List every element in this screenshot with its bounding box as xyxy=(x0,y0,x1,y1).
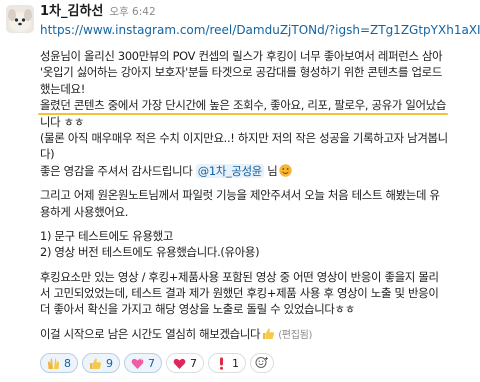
reaction-pill[interactable]: 8 xyxy=(40,353,78,373)
body-line: 더 좋아서 확신을 가지고 해당 영상을 노출로 돌릴 수 있었습니다ㅎㅎ xyxy=(40,302,355,317)
body-line: 용하게 사용했어요. xyxy=(40,204,129,219)
message-timestamp[interactable]: 오후 6:42 xyxy=(109,6,155,18)
exclamation-icon xyxy=(215,357,228,370)
raised-hands-icon xyxy=(47,357,60,370)
add-reaction-button[interactable] xyxy=(250,353,274,373)
sparkling-heart-icon xyxy=(131,357,144,370)
body-line: 니다 ㅎㅎ xyxy=(40,114,85,129)
edited-label: (편집됨) xyxy=(278,329,313,341)
body-line: '옷입기 싫어하는 강아지 보호자'분들 타겟으로 공감대를 형성하기 위한 콘… xyxy=(40,65,443,80)
closing-line: 이걸 시작으로 남은 시간도 열심히 해보겠습니다 (편집됨) xyxy=(40,326,478,342)
body-line: 서 고민되었었는데, 테스트 결과 제가 원했던 후킹+제품 사용 후 영상이 … xyxy=(40,286,439,301)
thanks-prefix: 좋은 영감을 주셔서 감사드립니다 xyxy=(40,163,196,178)
reaction-count: 7 xyxy=(190,356,197,370)
reaction-count: 7 xyxy=(148,356,155,370)
highlighted-line: 올렸던 콘텐츠 중에서 가장 단시간에 높은 조회수, 좋아요, 리포, 팔로우… xyxy=(37,97,478,116)
body-line: 그리고 어제 원온원노트님께서 파일럿 기능을 제안주셔서 오늘 처음 테스트 … xyxy=(40,188,440,203)
list-item: 1) 문구 테스트에도 유용했고 xyxy=(40,228,174,243)
message-body: 성윤님이 올리신 300만뷰의 POV 컨셉의 릴스가 후킹이 너무 좋아보여서… xyxy=(37,48,478,342)
highlight-underline: 올렸던 콘텐츠 중에서 가장 단시간에 높은 조회수, 좋아요, 리포, 팔로우… xyxy=(37,98,449,116)
thanks-suffix: 님 xyxy=(263,163,278,178)
reaction-count: 8 xyxy=(64,356,71,370)
body-line: 다) xyxy=(40,147,55,162)
reaction-count: 9 xyxy=(106,356,113,370)
reaction-pill[interactable]: 7 xyxy=(166,353,204,373)
thumbs-up-icon xyxy=(89,357,102,370)
sender-name[interactable]: 1차_김하선 xyxy=(40,4,103,19)
instagram-link[interactable]: https://www.instagram.com/reel/DamduZjTO… xyxy=(40,23,480,38)
smiling-face-icon xyxy=(279,164,293,177)
thanks-line: 좋은 영감을 주셔서 감사드립니다 @1차_공성윤 님 xyxy=(40,163,478,179)
avatar[interactable] xyxy=(6,5,34,33)
reaction-pill[interactable]: 7 xyxy=(124,353,162,373)
reaction-count: 1 xyxy=(232,356,239,370)
list-item: 2) 영상 버전 테스트에도 유용했습니다.(유아용) xyxy=(40,245,260,260)
reaction-pill[interactable]: 1 xyxy=(208,353,246,373)
closing-text: 이걸 시작으로 남은 시간도 열심히 해보겠습니다 xyxy=(40,326,261,341)
body-line: 했는데요! xyxy=(40,81,85,96)
reaction-pill[interactable]: 9 xyxy=(82,353,120,373)
body-line: (물론 아직 매우매우 적은 수치 이지만요..! 하지만 저의 작은 성공을 … xyxy=(40,130,448,145)
red-heart-icon xyxy=(173,357,186,370)
body-line: 성윤님이 올리신 300만뷰의 POV 컨셉의 릴스가 후킹이 너무 좋아보여서… xyxy=(40,49,443,63)
user-mention[interactable]: @1차_공성윤 xyxy=(195,163,264,178)
message-header: 1차_김하선 오후 6:42 xyxy=(40,4,156,20)
reactions-bar: 8 9 7 7 1 xyxy=(40,353,274,373)
add-reaction-icon xyxy=(255,354,269,373)
body-line: 후킹요소만 있는 영상 / 후킹+제품사용 포함된 영상 중 어떤 영상이 반응… xyxy=(40,269,439,284)
thumbs-up-icon xyxy=(262,327,275,340)
